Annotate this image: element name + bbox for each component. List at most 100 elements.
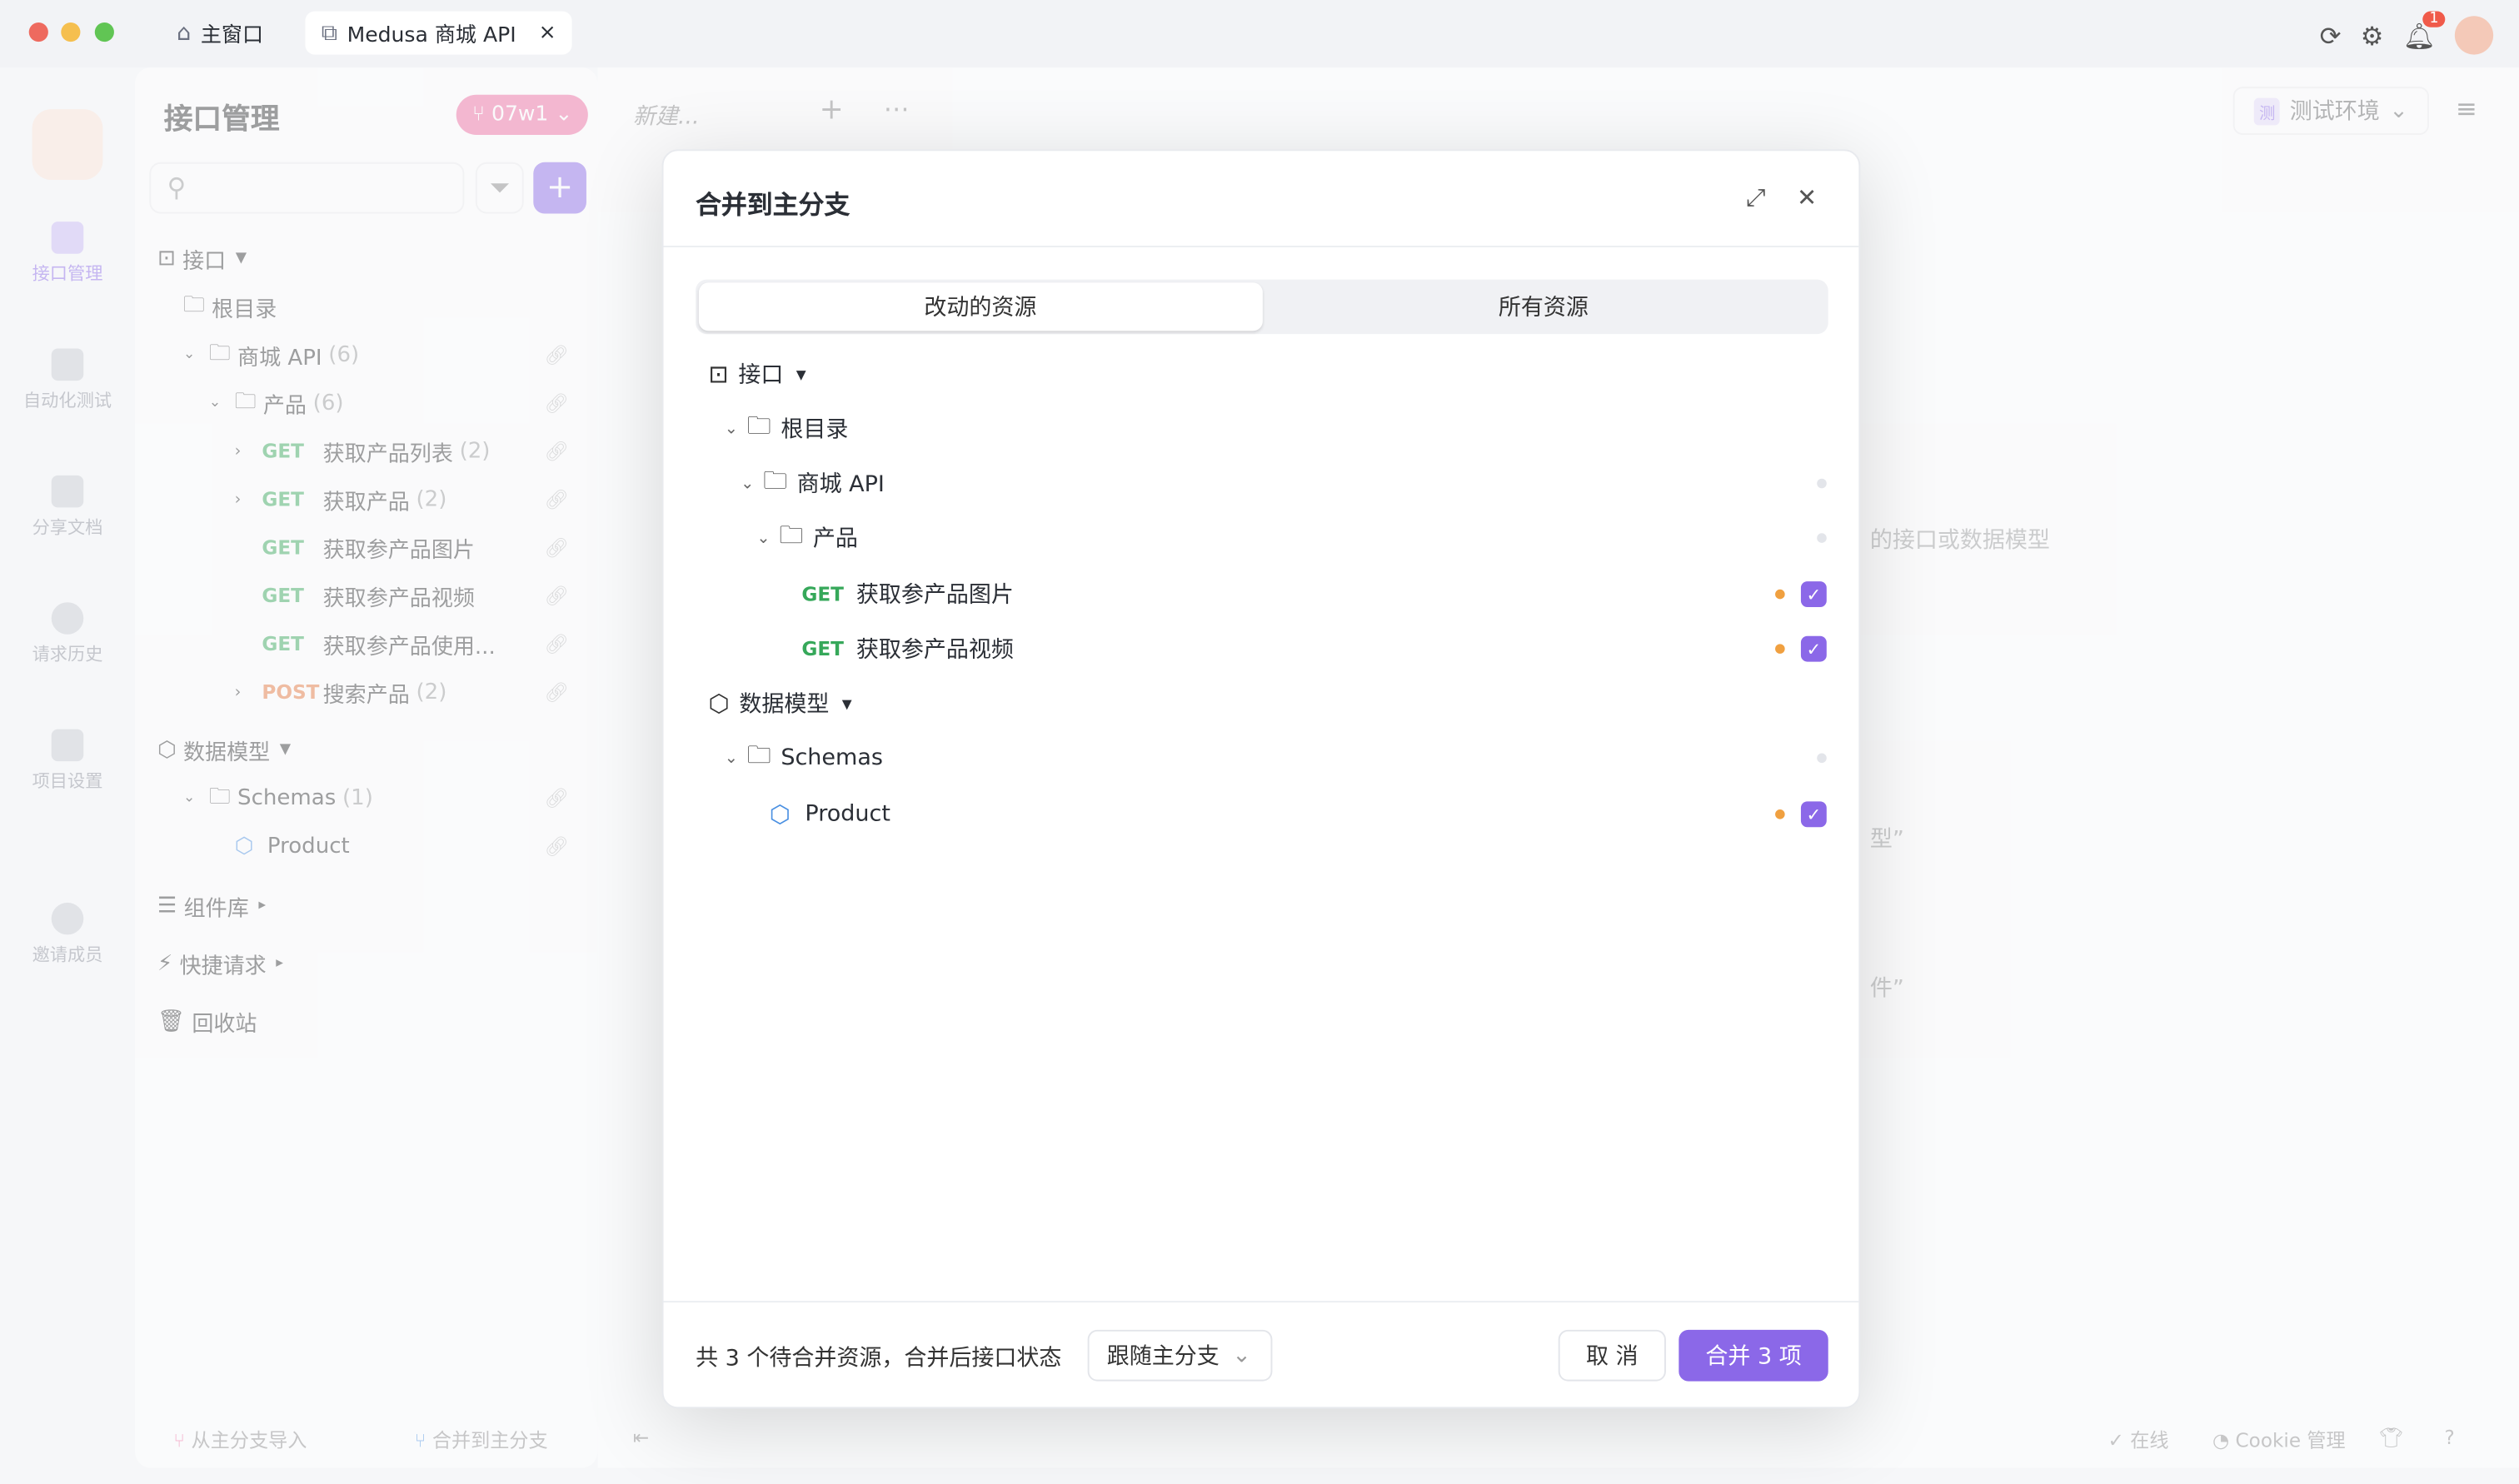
avatar[interactable]	[2454, 16, 2494, 55]
tab-all-resources[interactable]: 所有资源	[1262, 282, 1825, 331]
chevron-right-icon: ›	[234, 491, 242, 509]
tree-section-quick-requests[interactable]: ⚡︎ 快捷请求 ▸	[157, 939, 283, 988]
nav-api-management[interactable]: 接口管理	[0, 222, 135, 286]
lightning-icon: ⚡︎	[157, 950, 180, 977]
tree-item-mall-api[interactable]: ⌄ 🗀 商城 API (6) 🔗︎	[183, 331, 598, 379]
tree-section-api[interactable]: ⊡ 接口 ▼	[708, 350, 1826, 398]
nav-request-history[interactable]: 请求历史	[0, 602, 135, 666]
link-icon[interactable]: 🔗︎	[544, 536, 568, 559]
method-badge: GET	[801, 583, 844, 606]
tree-item-endpoint[interactable]: GET 获取参产品视频 ✓	[801, 625, 1827, 673]
more-icon[interactable]: ⋯	[884, 93, 910, 124]
tree-item-endpoint[interactable]: GET 获取参产品视频 🔗︎	[262, 572, 597, 620]
left-nav: 接口管理 自动化测试 分享文档 请求历史 项目设置 邀请成员	[0, 67, 135, 1484]
tree-item-endpoint[interactable]: › POST 搜索产品 (2) 🔗︎	[235, 668, 598, 716]
add-tab-icon[interactable]: +	[820, 93, 844, 127]
close-icon[interactable]: ✕	[1797, 183, 1817, 212]
tree-item-endpoint[interactable]: › GET 获取产品列表 (2) 🔗︎	[235, 427, 598, 476]
collapse-sidebar-icon[interactable]: ⇤	[633, 1427, 649, 1449]
chevron-down-icon: ⌄	[548, 102, 573, 127]
status-select[interactable]: 跟随主分支 ⌄	[1087, 1329, 1273, 1382]
bottom-bar: ⑂ 从主分支导入 ⑂ 合并到主分支 ⇤ ✓ 在线 ◔ Cookie 管理 👕︎ …	[135, 1410, 2497, 1467]
tree-item-mall-api[interactable]: ⌄ 🗀 商城 API	[741, 460, 1827, 508]
tree-item-endpoint[interactable]: GET 获取参产品使用... 🔗︎	[262, 620, 597, 668]
tree-label: 组件库	[183, 896, 249, 922]
link-icon[interactable]: 🔗︎	[544, 344, 568, 366]
cancel-button[interactable]: 取 消	[1558, 1329, 1666, 1382]
help-icon[interactable]: ?	[2445, 1427, 2455, 1449]
gear-icon[interactable]: ⚙	[2361, 20, 2384, 51]
filter-button[interactable]: ⏷	[475, 162, 524, 214]
tab-changed-resources[interactable]: 改动的资源	[698, 282, 1262, 331]
tree-item-schemas[interactable]: ⌄ 🗀 Schemas (1) 🔗︎	[183, 774, 598, 823]
method-badge: GET	[262, 536, 304, 560]
tree-label: 数据模型	[739, 692, 830, 719]
online-status[interactable]: ✓ 在线	[2107, 1427, 2168, 1454]
new-tab[interactable]: 新建...	[633, 100, 700, 132]
tree-section-api[interactable]: ⊡ 接口 ▼	[157, 235, 247, 283]
env-name: 测试环境	[2289, 99, 2380, 126]
merge-to-main-button[interactable]: ⑂ 合并到主分支	[415, 1427, 548, 1454]
method-badge: POST	[262, 680, 320, 704]
tree-item-root[interactable]: ⌄ 🗀 根目录	[725, 405, 1827, 453]
tree-section-components[interactable]: ☰ 组件库 ▸	[157, 882, 266, 930]
add-button[interactable]: +	[533, 162, 586, 214]
tree-section-data-models[interactable]: ⬡ 数据模型 ▼	[157, 726, 291, 774]
bell-icon[interactable]: 🔔︎ 1	[2403, 10, 2446, 51]
chevron-down-icon: ⌄	[208, 395, 222, 411]
tree-item-schemas[interactable]: ⌄ 🗀 Schemas	[725, 734, 1827, 782]
expand-icon[interactable]: ⤢	[1746, 183, 1765, 212]
divider	[663, 1301, 1859, 1303]
tree-item-endpoint[interactable]: GET 获取参产品图片 ✓	[801, 570, 1827, 619]
link-icon[interactable]: 🔗︎	[544, 633, 568, 655]
environment-selector[interactable]: 测测试环境 ⌄	[2233, 87, 2429, 135]
search-input[interactable]: ⚲	[149, 162, 465, 214]
tab-medusa-api[interactable]: ⧉ Medusa 商城 API ×	[305, 11, 572, 55]
tab-close-icon[interactable]: ×	[539, 21, 556, 45]
status-dot	[1817, 533, 1827, 543]
tree-item-product-folder[interactable]: ⌄ 🗀 产品	[756, 514, 1827, 562]
tree-item-endpoint[interactable]: GET 获取参产品图片 🔗︎	[262, 524, 597, 572]
cookie-manager-button[interactable]: ◔ Cookie 管理	[2212, 1427, 2346, 1454]
tree-label: 获取产品列表	[322, 441, 453, 468]
branch-selector[interactable]: ⑂ 07w1 ⌄	[456, 94, 589, 135]
link-icon[interactable]: 🔗︎	[544, 681, 568, 704]
maximize-window-button[interactable]	[94, 22, 114, 42]
nav-label: 分享文档	[32, 516, 103, 539]
link-icon[interactable]: 🔗︎	[544, 585, 568, 607]
link-icon[interactable]: 🔗︎	[544, 392, 568, 415]
tree-section-data-models[interactable]: ⬡ 数据模型 ▼	[708, 680, 1826, 728]
merge-confirm-button[interactable]: 合并 3 项	[1679, 1329, 1828, 1382]
search-icon: ⚲	[167, 172, 187, 202]
link-icon[interactable]: 🔗︎	[544, 440, 568, 462]
menu-icon[interactable]: ≡	[2456, 93, 2477, 124]
checkbox-checked[interactable]: ✓	[1800, 801, 1827, 828]
tree-item-product-schema[interactable]: ⬡ Product 🔗︎	[235, 822, 598, 870]
tree-label: 产品	[262, 393, 307, 420]
nav-project-settings[interactable]: 项目设置	[0, 729, 135, 794]
tree-item-product-schema[interactable]: ⬡ Product ✓	[770, 790, 1827, 839]
method-badge: GET	[801, 637, 844, 660]
tree-item-product-folder[interactable]: ⌄ 🗀 产品 (6) 🔗︎	[209, 379, 598, 427]
link-icon[interactable]: 🔗︎	[544, 488, 568, 510]
folder-icon: 🗀	[779, 519, 804, 549]
link-icon[interactable]: 🔗︎	[544, 835, 568, 858]
checkbox-checked[interactable]: ✓	[1800, 635, 1827, 662]
nav-invite-members[interactable]: 邀请成员	[0, 902, 135, 967]
folder-icon: 🗀	[234, 387, 263, 414]
tree-item-endpoint[interactable]: › GET 获取产品 (2) 🔗︎	[235, 476, 598, 524]
checkbox-checked[interactable]: ✓	[1800, 581, 1827, 607]
nav-automation-test[interactable]: 自动化测试	[0, 348, 135, 412]
link-icon[interactable]: 🔗︎	[544, 787, 568, 809]
refresh-icon[interactable]: ⟳	[2320, 20, 2342, 51]
tree-section-trash[interactable]: 🗑︎ 回收站	[157, 998, 257, 1046]
close-window-button[interactable]	[28, 22, 48, 42]
tab-main-window[interactable]: ⌂ 主窗口	[161, 11, 280, 54]
nav-share-docs[interactable]: 分享文档	[0, 475, 135, 540]
shirt-icon[interactable]: 👕︎	[2379, 1427, 2403, 1449]
minimize-window-button[interactable]	[61, 22, 81, 42]
tree-label: 快捷请求	[179, 954, 267, 980]
tree-count: (2)	[416, 679, 447, 705]
import-from-main-button[interactable]: ⑂ 从主分支导入	[173, 1427, 307, 1454]
tree-item-root[interactable]: 🗀 根目录	[183, 282, 598, 331]
